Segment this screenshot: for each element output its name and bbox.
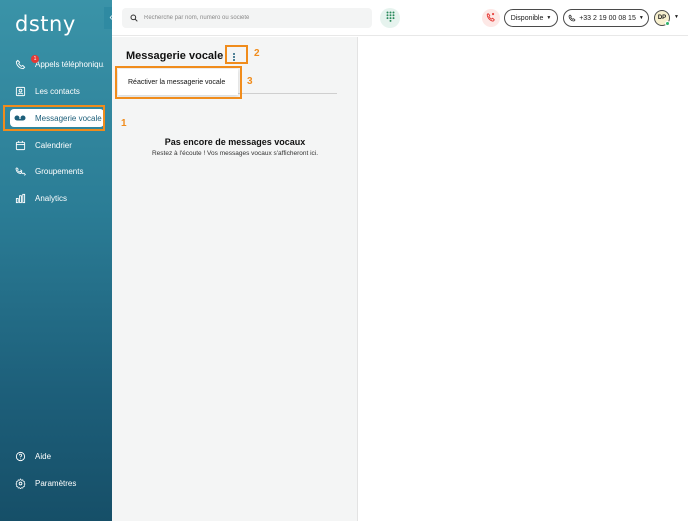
- annotation-number-2: 2: [254, 48, 260, 59]
- gear-icon: [14, 477, 26, 489]
- empty-state-subtitle: Restez à l'écoute ! Vos messages vocaux …: [151, 150, 319, 157]
- sidebar-item-calendar[interactable]: Calendrier: [10, 136, 104, 154]
- status-dropdown[interactable]: Disponible ▼: [504, 9, 558, 27]
- sidebar-item-label: Analytics: [35, 193, 68, 203]
- sidebar-item-label: Aide: [35, 451, 52, 461]
- highlight-box-1: [3, 105, 105, 131]
- missed-call-icon: [486, 9, 496, 27]
- caret-down-icon: ▼: [638, 15, 644, 21]
- search-icon: [130, 14, 138, 22]
- sidebar-item-analytics[interactable]: Analytics: [10, 189, 104, 207]
- outgoing-number-dropdown[interactable]: +33 2 19 00 08 15 ▼: [563, 9, 649, 27]
- status-label: Disponible: [510, 14, 544, 22]
- phone-icon: [14, 58, 26, 70]
- bar-chart-icon: [14, 192, 26, 204]
- highlight-box-3: [115, 66, 242, 99]
- missed-calls-button[interactable]: [482, 9, 500, 27]
- dstny-logo: dstny: [15, 12, 76, 36]
- sidebar-item-calls[interactable]: 1 Appels téléphoniqu...: [10, 55, 104, 73]
- phone-number: +33 2 19 00 08 15: [579, 14, 636, 22]
- dialpad-icon: [386, 9, 395, 27]
- voicemail-panel: Messagerie vocale Réactiver la messageri…: [112, 37, 358, 521]
- search-input[interactable]: [144, 15, 364, 21]
- group-icon: [14, 165, 26, 177]
- sidebar-item-label: Appels téléphoniqu...: [35, 59, 104, 69]
- sidebar-item-label: Calendrier: [35, 140, 72, 150]
- annotation-number-1: 1: [121, 118, 127, 129]
- contacts-icon: [14, 85, 26, 97]
- sidebar-item-settings[interactable]: Paramètres: [10, 474, 104, 492]
- empty-state-title: Pas encore de messages vocaux: [164, 137, 306, 147]
- presence-indicator: [665, 21, 670, 26]
- help-icon: [14, 450, 26, 462]
- search-bar[interactable]: [122, 8, 372, 28]
- account-caret-down-icon[interactable]: ▼: [674, 14, 679, 20]
- detail-panel: [359, 37, 688, 521]
- missed-calls-badge: 1: [31, 55, 39, 63]
- annotation-number-3: 3: [247, 76, 253, 87]
- sidebar: dstny ‹ 1 Appels téléphoniqu... Les cont…: [0, 0, 118, 521]
- highlight-box-2: [225, 45, 248, 64]
- dialpad-button[interactable]: [380, 8, 400, 28]
- sidebar-item-label: Groupements: [35, 166, 84, 176]
- page-title: Messagerie vocale: [126, 50, 224, 62]
- caret-down-icon: ▼: [546, 15, 552, 21]
- sidebar-item-label: Les contacts: [35, 86, 80, 96]
- top-header: Disponible ▼ +33 2 19 00 08 15 ▼ DP ▼: [112, 0, 688, 36]
- sidebar-item-help[interactable]: Aide: [10, 447, 104, 465]
- calendar-icon: [14, 139, 26, 151]
- phone-icon: [568, 14, 576, 22]
- sidebar-item-groups[interactable]: Groupements: [10, 162, 104, 180]
- sidebar-item-contacts[interactable]: Les contacts: [10, 82, 104, 100]
- sidebar-item-label: Paramètres: [35, 478, 77, 488]
